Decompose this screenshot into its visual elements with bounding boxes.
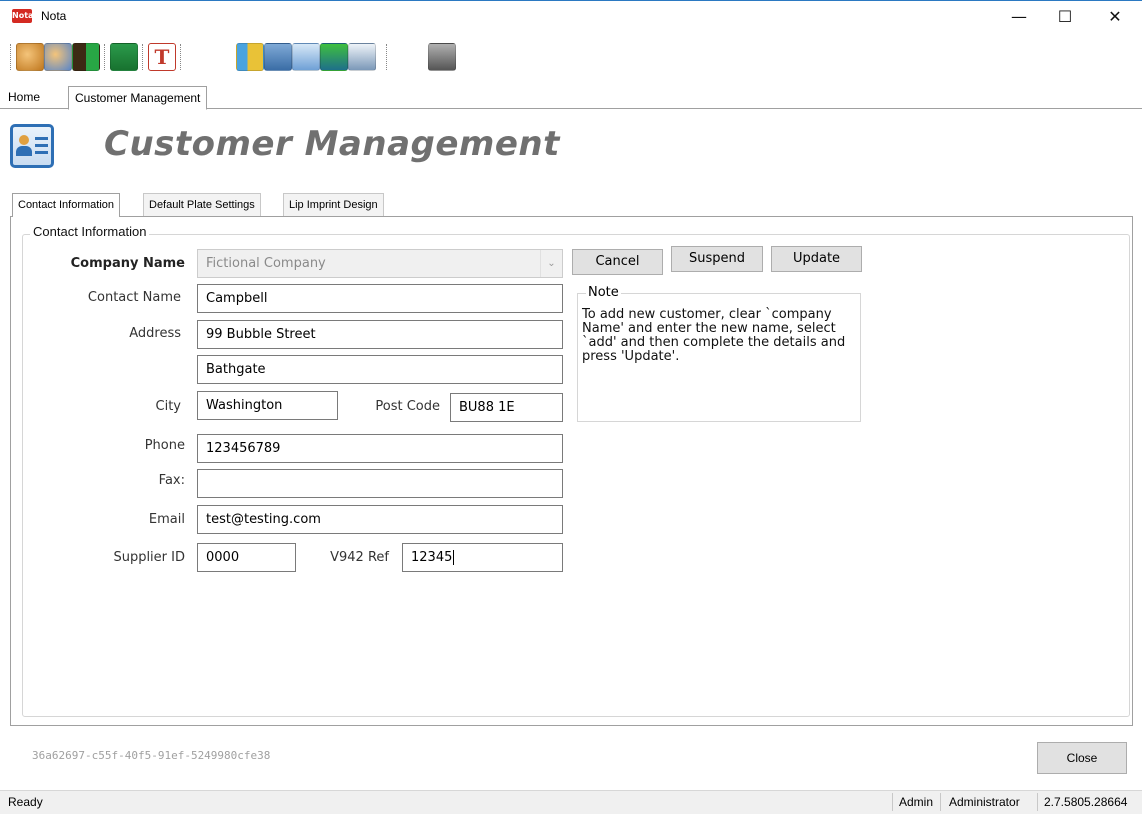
phone-field[interactable]: 123456789 [197,434,563,463]
status-separator [940,793,941,811]
post-code-field[interactable]: BU88 1E [450,393,563,422]
email-label: Email [148,512,185,527]
app-icon: Nota [12,9,33,23]
close-window-button[interactable]: ✕ [1092,0,1138,32]
contact-name-field[interactable]: Campbell [197,284,563,313]
city-label: City [155,399,181,414]
phone-label: Phone [144,438,185,453]
safe-icon[interactable] [428,43,456,71]
record-guid: 36a62697-c55f-40f5-91ef-5249980cfe38 [32,749,271,762]
minimize-button[interactable]: — [996,0,1042,32]
email-field[interactable]: test@testing.com [197,505,563,534]
maximize-button[interactable]: ☐ [1042,0,1088,32]
status-role: Administrator [949,795,1020,809]
plate-icon[interactable] [236,43,264,71]
company-name-combobox[interactable]: Fictional Company ⌄ [197,249,563,278]
cancel-button[interactable]: Cancel [572,249,663,275]
customer-card-icon[interactable] [292,43,320,71]
tab-home[interactable]: Home [2,86,46,109]
status-version: 2.7.5805.28664 [1044,795,1128,809]
post-code-label: Post Code [375,399,440,414]
note-title: Note [586,285,621,300]
address-line2-field[interactable]: Bathgate [197,355,563,384]
supplier-id-label: Supplier ID [113,550,185,565]
toolbar-separator [386,44,390,70]
v942-ref-label: V942 Ref [330,550,389,565]
tab-customer-management[interactable]: Customer Management [68,86,208,110]
fax-label: Fax: [158,473,185,488]
status-separator [892,793,893,811]
tab-contact-information[interactable]: Contact Information [12,193,120,217]
settings-icon[interactable] [348,43,376,71]
customer-card-icon [10,124,54,168]
exit-icon[interactable] [72,43,100,71]
note-text: To add new customer, clear `company Name… [582,307,846,364]
toolbar-grip [10,44,14,70]
export-icon[interactable] [110,43,138,71]
update-button[interactable]: Update [771,246,862,272]
group-title: Contact Information [30,224,150,239]
company-name-value: Fictional Company [206,256,326,271]
contact-name-label: Contact Name [87,290,181,305]
gallery-icon[interactable] [264,43,292,71]
supplier-id-field[interactable]: 0000 [197,543,296,572]
suspend-button[interactable]: Suspend [671,246,763,272]
title-bar [0,0,1142,32]
address-label: Address [129,326,181,341]
fax-field[interactable] [197,469,563,498]
window-title: Nota [41,9,67,23]
toolbar-separator [180,44,184,70]
edit-customer-icon[interactable] [44,43,72,71]
status-text: Ready [8,795,43,809]
toolbar-separator [142,44,146,70]
text-icon[interactable]: T [148,43,176,71]
toolbar-separator [104,44,108,70]
sql-icon[interactable] [320,43,348,71]
v942-ref-field[interactable]: 12345 [402,543,563,572]
chevron-down-icon[interactable]: ⌄ [540,250,562,277]
contact-information-group [22,234,1130,717]
v942-ref-value: 12345 [411,550,453,565]
tab-lip-imprint-design[interactable]: Lip Imprint Design [283,193,384,216]
page-title: Customer Management [104,124,560,164]
tab-default-plate-settings[interactable]: Default Plate Settings [143,193,261,216]
address-line1-field[interactable]: 99 Bubble Street [197,320,563,349]
status-separator [1037,793,1038,811]
company-name-label: Company Name [70,256,185,271]
add-customer-icon[interactable] [16,43,44,71]
close-button[interactable]: Close [1037,742,1127,774]
text-caret [453,550,455,565]
status-user: Admin [899,795,934,809]
city-field[interactable]: Washington [197,391,338,420]
